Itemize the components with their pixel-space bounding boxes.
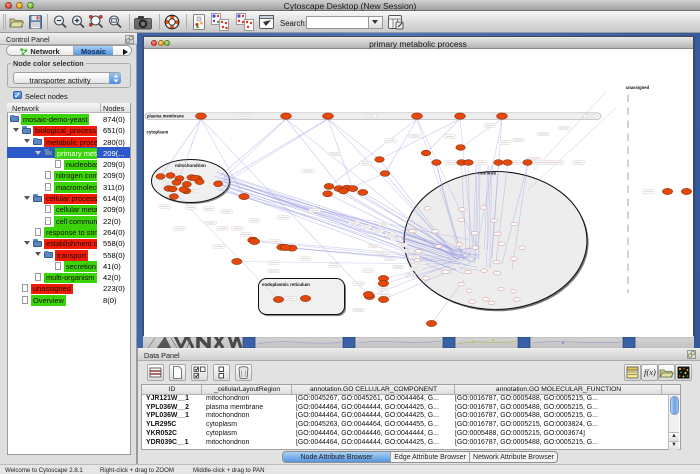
svg-text:plasma membrane: plasma membrane [147, 113, 184, 118]
svg-text:nucleus: nucleus [477, 170, 495, 176]
svg-text:mitochondrion: mitochondrion [175, 163, 206, 168]
svg-text:cytoplasm: cytoplasm [146, 129, 168, 134]
svg-text:unassigned: unassigned [625, 85, 649, 90]
svg-text:endoplasmic reticulum: endoplasmic reticulum [262, 282, 310, 287]
